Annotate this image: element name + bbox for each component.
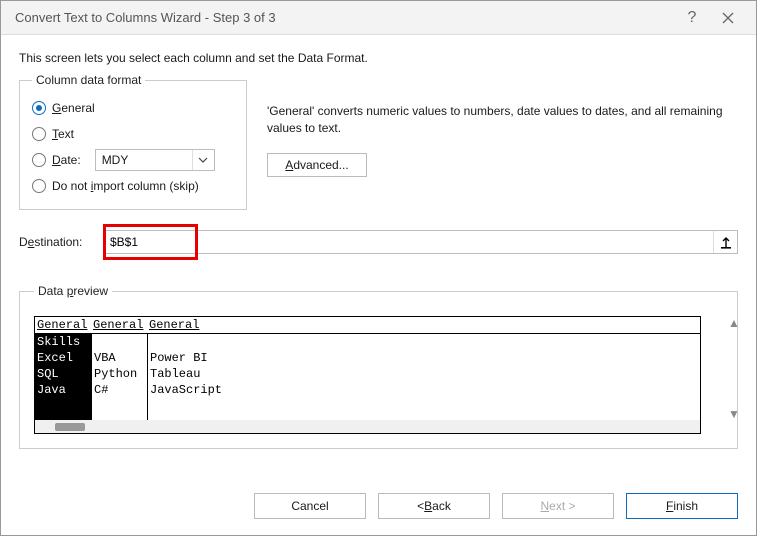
preview-table[interactable]: General General General Skills Excel SQL… (34, 316, 701, 434)
dialog-body: This screen lets you select each column … (1, 35, 756, 475)
destination-label: Destination: (19, 235, 93, 249)
next-button[interactable]: Next > (502, 493, 614, 519)
dialog-buttons: Cancel < Back Next > Finish (1, 475, 756, 535)
dialog-title: Convert Text to Columns Wizard - Step 3 … (15, 10, 674, 25)
close-icon (722, 12, 734, 24)
radio-skip-label: Do not import column (skip) (52, 179, 199, 193)
scroll-down-icon[interactable]: ▼ (728, 407, 740, 421)
preview-vscrollbar[interactable]: ▲ ▼ (725, 316, 743, 421)
preview-hscroll-thumb[interactable] (55, 423, 85, 431)
radio-date-label: Date: (52, 153, 81, 167)
destination-input[interactable] (104, 231, 713, 253)
finish-button[interactable]: Finish (626, 493, 738, 519)
intro-text: This screen lets you select each column … (19, 51, 738, 65)
preview-col-0[interactable]: Skills Excel SQL Java (35, 334, 91, 420)
back-button[interactable]: < Back (378, 493, 490, 519)
preview-header-2[interactable]: General (147, 317, 227, 333)
preview-data-area: Skills Excel SQL Java VBA Python C# (35, 334, 700, 420)
radio-general-label: General (52, 101, 95, 115)
radio-text-label: Text (52, 127, 74, 141)
destination-input-wrap (103, 230, 738, 254)
radio-text-input[interactable] (32, 127, 46, 141)
cancel-button[interactable]: Cancel (254, 493, 366, 519)
chevron-down-icon (192, 150, 214, 170)
title-bar: Convert Text to Columns Wizard - Step 3 … (1, 1, 756, 35)
advanced-button[interactable]: Advanced... (267, 153, 367, 177)
destination-row: Destination: (19, 230, 738, 254)
radio-date-input[interactable] (32, 153, 46, 167)
data-preview-legend: Data preview (34, 284, 112, 298)
scroll-up-icon[interactable]: ▲ (728, 316, 740, 330)
radio-general[interactable]: General (32, 95, 234, 121)
help-button[interactable]: ? (674, 4, 710, 32)
column-data-format-legend: Column data format (32, 73, 145, 87)
radio-skip-input[interactable] (32, 179, 46, 193)
preview-header-row: General General General (35, 317, 700, 334)
preview-col-2[interactable]: Power BI Tableau JavaScript (147, 334, 647, 420)
radio-date[interactable]: Date: MDY (32, 147, 234, 173)
data-preview-group: Data preview General General General Ski… (19, 284, 738, 449)
advanced-row: Advanced... (267, 153, 738, 177)
column-data-format-group: Column data format General Text Date: MD… (19, 73, 247, 210)
preview-header-1[interactable]: General (91, 317, 147, 333)
preview-col-1[interactable]: VBA Python C# (91, 334, 147, 420)
date-format-value: MDY (96, 150, 192, 170)
radio-general-input[interactable] (32, 101, 46, 115)
format-row: Column data format General Text Date: MD… (19, 73, 738, 210)
range-picker-button[interactable] (713, 231, 737, 253)
radio-skip[interactable]: Do not import column (skip) (32, 173, 234, 199)
range-picker-icon (719, 235, 733, 249)
close-button[interactable] (710, 4, 746, 32)
dialog-window: Convert Text to Columns Wizard - Step 3 … (0, 0, 757, 536)
radio-text[interactable]: Text (32, 121, 234, 147)
preview-hscrollbar[interactable] (35, 420, 700, 433)
format-description: 'General' converts numeric values to num… (267, 103, 738, 137)
format-description-area: 'General' converts numeric values to num… (267, 73, 738, 177)
date-format-select[interactable]: MDY (95, 149, 215, 171)
preview-header-0[interactable]: General (35, 317, 91, 333)
